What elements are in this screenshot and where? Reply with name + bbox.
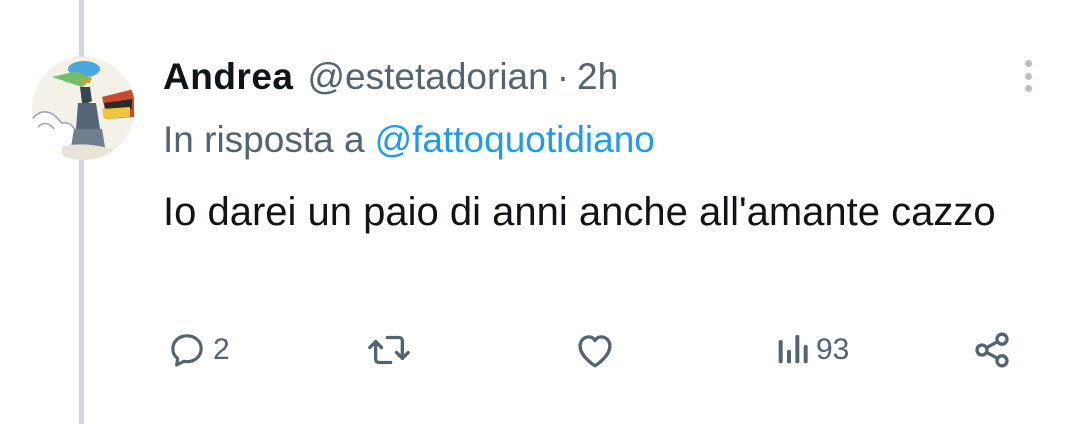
more-options-icon[interactable] <box>1010 58 1046 94</box>
retweet-button[interactable] <box>367 330 411 370</box>
avatar[interactable] <box>32 57 135 160</box>
reply-prefix: In risposta a <box>163 119 365 160</box>
author-handle[interactable]: @estetadorian <box>307 52 548 102</box>
reply-icon <box>171 334 203 367</box>
tweet-timestamp[interactable]: 2h <box>577 52 618 102</box>
retweet-icon <box>368 335 410 365</box>
tweet-header: Andrea @estetadorian · 2h <box>163 52 618 102</box>
heart-icon <box>578 335 612 368</box>
like-button[interactable] <box>574 330 616 370</box>
share-icon <box>975 332 1009 368</box>
share-button[interactable] <box>972 330 1012 370</box>
reply-context: In risposta a @fattoquotidiano <box>163 115 655 165</box>
views-button[interactable]: 93 <box>774 330 849 370</box>
tweet-text: Io darei un paio di anni anche all'amant… <box>163 190 996 234</box>
reply-count: 2 <box>213 333 230 366</box>
views-icon <box>778 335 808 364</box>
action-bar: 2 93 <box>0 320 1080 380</box>
reply-button[interactable]: 2 <box>167 330 230 370</box>
author-display-name[interactable]: Andrea <box>163 52 293 102</box>
header-separator: · <box>556 56 570 97</box>
reply-mention-link[interactable]: @fattoquotidiano <box>375 119 655 160</box>
avatar-knight-icon <box>32 57 135 160</box>
views-count: 93 <box>816 333 850 366</box>
